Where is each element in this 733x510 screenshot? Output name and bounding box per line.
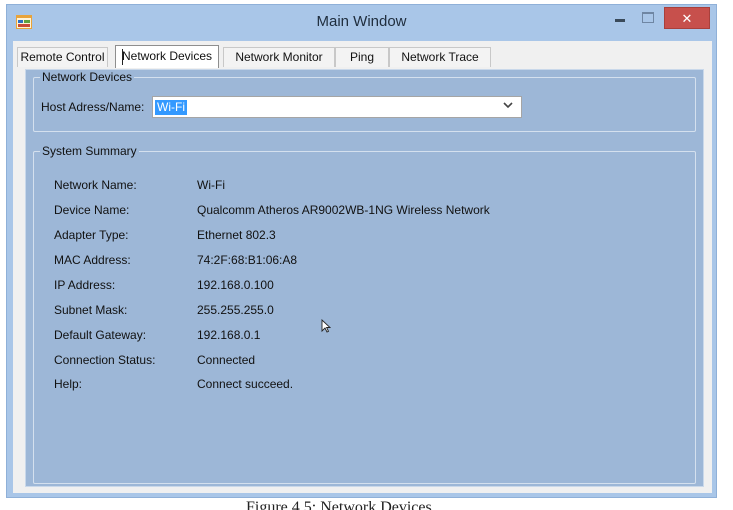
tab-remote-control[interactable]: Remote Control [17, 47, 108, 67]
adapter-type-label: Adapter Type: [54, 228, 129, 242]
mac-address-value: 74:2F:68:B1:06:A8 [197, 253, 298, 267]
adapter-type-value: Ethernet 802.3 [197, 228, 276, 242]
tab-network-trace[interactable]: Network Trace [389, 47, 491, 67]
title-bar[interactable]: Main Window ✕ [7, 5, 716, 41]
figure-caption: Figure 4.5: Network Devices [246, 500, 432, 510]
device-name-label: Device Name: [54, 203, 130, 217]
host-combobox[interactable]: Wi-Fi [152, 96, 522, 118]
tab-ping[interactable]: Ping [335, 47, 389, 67]
tab-network-monitor[interactable]: Network Monitor [223, 47, 335, 67]
tab-network-devices[interactable]: Network Devices [115, 45, 219, 68]
network-name-label: Network Name: [54, 178, 137, 192]
tab-strip: Remote Control Network Devices Network M… [17, 43, 707, 68]
mac-address-label: MAC Address: [54, 253, 131, 267]
help-label: Help: [54, 377, 83, 391]
device-name-value: Qualcomm Atheros AR9002WB-1NG Wireless N… [197, 203, 490, 217]
network-name-value: Wi-Fi [197, 178, 225, 192]
close-button[interactable]: ✕ [664, 7, 710, 29]
group-title: System Summary [42, 144, 137, 158]
ip-address-label: IP Address: [54, 278, 116, 292]
subnet-mask-value: 255.255.255.0 [197, 303, 274, 317]
close-icon: ✕ [681, 11, 693, 26]
main-window: Main Window ✕ Remote Control Network Dev… [6, 4, 717, 498]
chevron-down-icon[interactable] [503, 99, 513, 113]
maximize-button[interactable] [634, 7, 662, 29]
minimize-button[interactable] [606, 7, 634, 29]
client-area: Remote Control Network Devices Network M… [13, 41, 712, 493]
default-gateway-value: 192.168.0.1 [197, 328, 261, 342]
ip-address-value: 192.168.0.100 [197, 278, 274, 292]
host-value[interactable]: Wi-Fi [155, 100, 187, 115]
connection-status-label: Connection Status: [54, 353, 156, 367]
mouse-pointer-icon [321, 319, 331, 333]
host-label: Host Adress/Name: [41, 100, 145, 114]
system-summary-group: System Summary [33, 144, 696, 484]
help-value: Connect succeed. [197, 377, 294, 391]
connection-status-value: Connected [197, 353, 256, 367]
default-gateway-label: Default Gateway: [54, 328, 147, 342]
group-title: Network Devices [42, 70, 133, 84]
network-devices-tab-page: Network Devices Host Adress/Name: Wi-Fi … [25, 69, 704, 487]
subnet-mask-label: Subnet Mask: [54, 303, 128, 317]
